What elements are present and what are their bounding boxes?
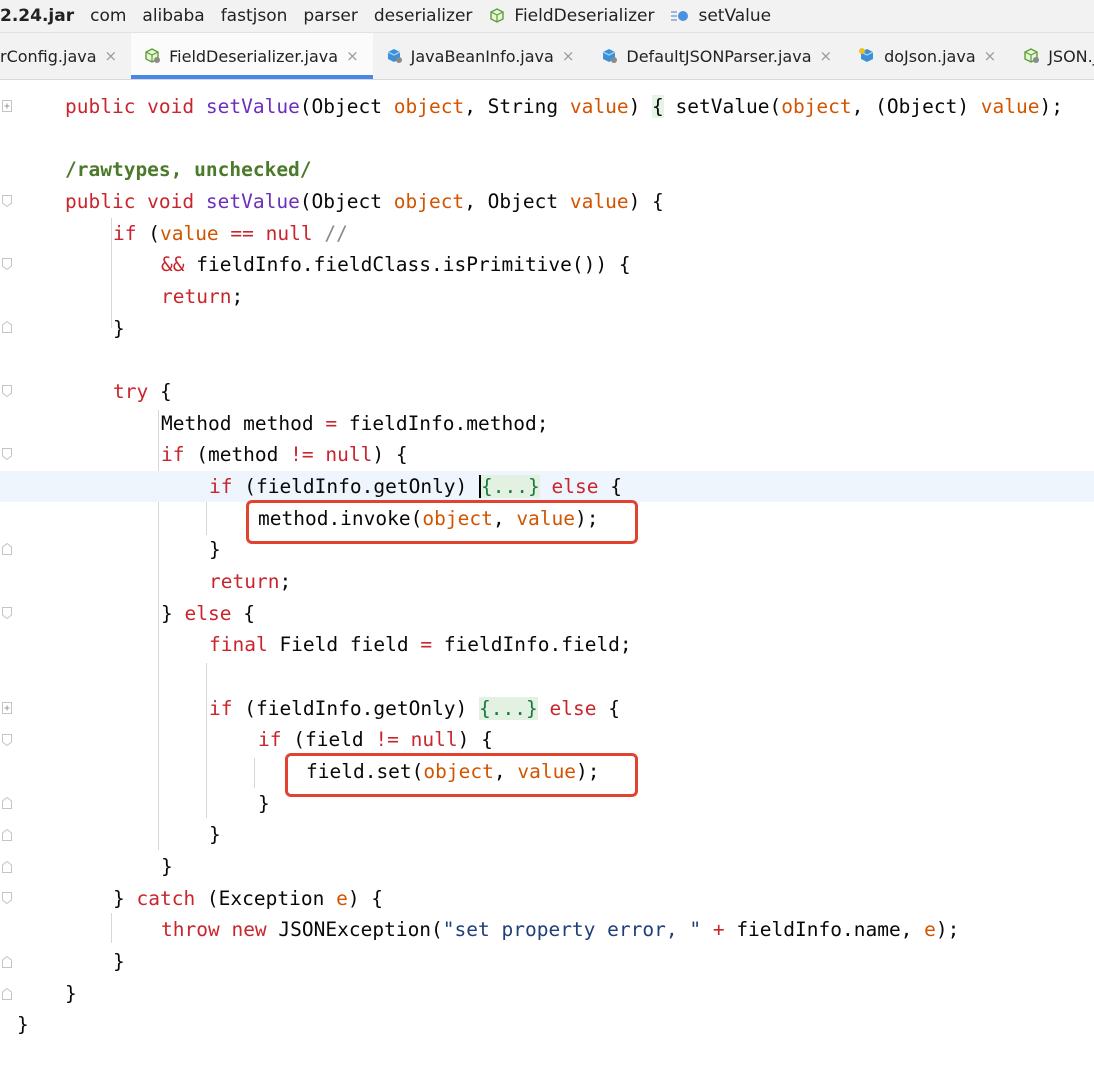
folded-block[interactable]: {...}: [479, 475, 540, 498]
fold-expand-icon[interactable]: [2, 100, 12, 112]
code-line-current: if (fieldInfo.getOnly) {...} else {: [0, 471, 1094, 502]
fold-collapse-icon[interactable]: [2, 448, 12, 460]
breadcrumb-item-jar[interactable]: 2.24.jar: [0, 6, 74, 26]
code-line: }: [161, 855, 173, 878]
fold-collapse-icon[interactable]: [2, 892, 12, 904]
tab-label: rConfig.java: [0, 46, 97, 66]
folded-block[interactable]: {...}: [479, 697, 538, 720]
breadcrumb-item-deserializer[interactable]: deserializer: [374, 6, 473, 26]
fold-end-icon[interactable]: [2, 321, 12, 333]
code-line: return;: [209, 570, 292, 593]
breadcrumb-item-setvalue[interactable]: setValue: [670, 6, 771, 26]
indent-guide: [254, 758, 255, 788]
indent-guide: [111, 218, 112, 328]
class-icon: [1024, 48, 1040, 63]
code-line: if (value == null //: [113, 222, 348, 245]
code-line: try {: [113, 380, 172, 403]
tab-rconfig[interactable]: rConfig.java ×: [0, 33, 131, 79]
fold-end-icon[interactable]: [2, 797, 12, 809]
java-file-icon: [387, 49, 402, 63]
tab-label: doJson.java: [884, 46, 976, 66]
code-line: && fieldInfo.fieldClass.isPrimitive()) {: [161, 253, 631, 276]
code-line: return;: [161, 285, 244, 308]
class-icon: [490, 8, 505, 23]
indent-guide: [206, 663, 207, 818]
code-line: if (method != null) {: [161, 443, 408, 466]
breadcrumb-item-parser[interactable]: parser: [303, 6, 358, 26]
highlight-box-method-invoke: [246, 500, 638, 544]
tab-label: JSON.j: [1048, 46, 1094, 66]
code-line: }: [209, 538, 221, 561]
code-line: if (fieldInfo.getOnly) {...} else {: [209, 697, 620, 720]
fold-collapse-icon[interactable]: [2, 195, 12, 207]
code-line: public void setValue(Object object, Obje…: [65, 190, 664, 213]
tab-label: DefaultJSONParser.java: [626, 46, 812, 66]
close-icon[interactable]: ×: [820, 47, 833, 65]
code-editor[interactable]: public void setValue(Object object, Stri…: [0, 80, 1094, 1070]
tab-label: FieldDeserializer.java: [169, 46, 339, 66]
editor-tab-bar: rConfig.java × FieldDeserializer.java × …: [0, 33, 1094, 80]
code-line: }: [258, 792, 270, 815]
code-line: throw new JSONException("set property er…: [161, 918, 960, 941]
close-icon[interactable]: ×: [105, 47, 118, 65]
code-line: }: [209, 823, 221, 846]
code-line: }: [17, 1013, 29, 1036]
code-line: public void setValue(Object object, Stri…: [65, 95, 1063, 118]
tab-javabeaninfo[interactable]: JavaBeanInfo.java ×: [373, 33, 589, 79]
close-icon[interactable]: ×: [984, 47, 997, 65]
breadcrumb-item-alibaba[interactable]: alibaba: [142, 6, 204, 26]
fold-collapse-icon[interactable]: [2, 607, 12, 619]
breadcrumb-item-com[interactable]: com: [90, 6, 126, 26]
tab-dojson[interactable]: doJson.java ×: [846, 33, 1010, 79]
method-icon: [671, 11, 689, 21]
code-line: final Field field = fieldInfo.field;: [209, 633, 632, 656]
tab-json[interactable]: JSON.j: [1010, 33, 1094, 79]
code-line: } catch (Exception e) {: [113, 887, 384, 910]
java-file-icon: [603, 49, 618, 63]
fold-end-icon[interactable]: [2, 543, 12, 555]
class-icon: [145, 48, 161, 63]
fold-end-icon[interactable]: [2, 861, 12, 873]
code-line: if (field != null) {: [258, 728, 493, 751]
tab-label: JavaBeanInfo.java: [410, 46, 554, 66]
breadcrumb-item-fielddeserializer[interactable]: FieldDeserializer: [488, 6, 654, 26]
fold-collapse-icon[interactable]: [2, 385, 12, 397]
code-line: } else {: [161, 602, 255, 625]
highlight-box-field-set: [285, 753, 638, 797]
java-file-icon: [859, 48, 874, 62]
code-line: }: [113, 950, 125, 973]
breadcrumb: 2.24.jar com alibaba fastjson parser des…: [0, 0, 1094, 33]
fold-collapse-icon[interactable]: [2, 258, 12, 270]
code-line: Method method = fieldInfo.method;: [161, 412, 549, 435]
code-line: /rawtypes, unchecked/: [65, 158, 312, 181]
code-line: }: [113, 317, 125, 340]
fold-collapse-icon[interactable]: [2, 734, 12, 746]
tab-fielddeserializer[interactable]: FieldDeserializer.java ×: [131, 33, 373, 79]
fold-end-icon[interactable]: [2, 956, 12, 968]
editor-gutter: [0, 80, 16, 1070]
tab-defaultjsonparser[interactable]: DefaultJSONParser.java ×: [588, 33, 846, 79]
fold-end-icon[interactable]: [2, 988, 12, 1000]
fold-expand-icon[interactable]: [2, 702, 12, 714]
code-line: }: [65, 982, 77, 1005]
close-icon[interactable]: ×: [346, 47, 359, 65]
indent-guide: [111, 913, 112, 943]
close-icon[interactable]: ×: [562, 47, 575, 65]
breadcrumb-item-fastjson[interactable]: fastjson: [221, 6, 288, 26]
fold-end-icon[interactable]: [2, 829, 12, 841]
